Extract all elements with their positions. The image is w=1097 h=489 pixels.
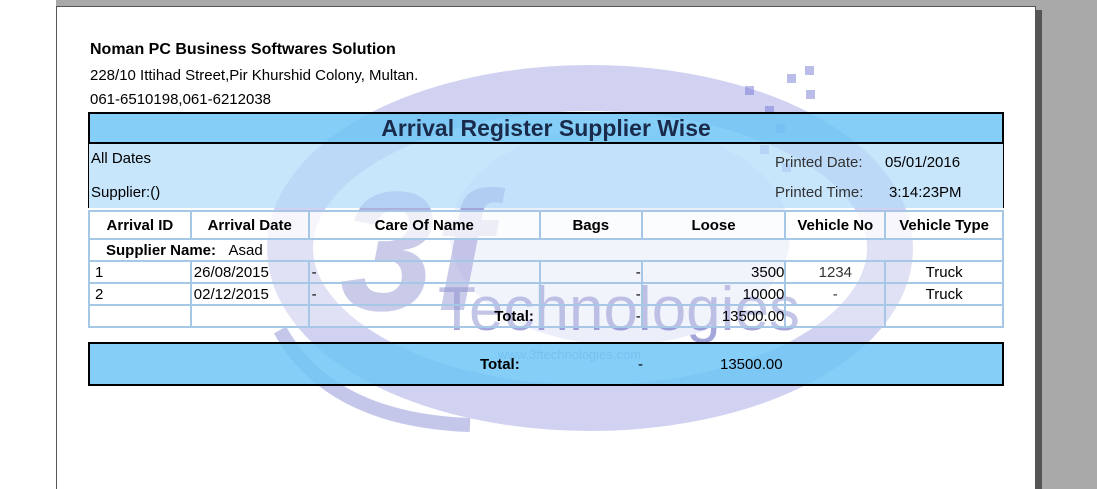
col-header-arrival-date: Arrival Date	[189, 210, 310, 240]
viewer-left-gutter	[0, 0, 56, 489]
group-label: Supplier Name:	[106, 241, 217, 259]
company-name: Noman PC Business Softwares Solution	[90, 41, 396, 58]
printed-date-label: Printed Date:	[775, 154, 863, 171]
printed-time-label: Printed Time:	[775, 184, 864, 201]
table-row: 2 02/12/2015 - - 10000 - Truck	[88, 282, 1004, 306]
cell-care-of-name: -	[307, 282, 541, 306]
arrival-table: Arrival ID Arrival Date Care Of Name Bag…	[88, 210, 1004, 328]
col-header-vehicle-type: Vehicle Type	[884, 210, 1004, 240]
col-header-vehicle-no: Vehicle No	[784, 210, 887, 240]
group-value: Asad	[228, 241, 263, 259]
cell-arrival-date: 02/12/2015	[189, 282, 310, 306]
cell-vehicle-no: 1234	[784, 260, 887, 284]
grand-total-row: Total: - 13500.00	[88, 342, 1004, 386]
col-header-loose: Loose	[640, 210, 787, 240]
company-address: 228/10 Ittihad Street,Pir Khurshid Colon…	[90, 67, 419, 84]
col-header-arrival-id: Arrival ID	[88, 210, 192, 240]
cell-arrival-id: 1	[88, 260, 192, 284]
cell-loose: 10000	[640, 282, 787, 306]
printed-time: 3:14:23PM	[889, 184, 962, 201]
col-header-care-of-name: Care Of Name	[307, 210, 541, 240]
grand-total-loose: 13500.00	[720, 356, 783, 373]
cell-arrival-date: 26/08/2015	[189, 260, 310, 284]
printed-date: 05/01/2016	[885, 154, 961, 171]
col-header-bags: Bags	[538, 210, 643, 240]
cell-vehicle-type: Truck	[884, 282, 1004, 306]
table-header-row: Arrival ID Arrival Date Care Of Name Bag…	[88, 210, 1004, 240]
page-shadow	[1036, 10, 1042, 489]
table-row: 1 26/08/2015 - - 3500 1234 Truck	[88, 260, 1004, 284]
subtotal-label: Total:	[307, 304, 541, 328]
date-filter: All Dates	[91, 150, 152, 167]
cell-vehicle-no: -	[784, 282, 887, 306]
company-phone: 061-6510198,061-6212038	[90, 91, 272, 108]
supplier-filter: Supplier:()	[91, 184, 161, 201]
subtotal-bags: -	[538, 304, 643, 328]
group-header-row: Supplier Name: Asad	[88, 238, 1004, 262]
report-header: Arrival Register Supplier Wise All Dates…	[88, 112, 1004, 208]
report-info-panel: All Dates Supplier:() Printed Date: 05/0…	[88, 144, 1004, 208]
grand-total-bags: -	[638, 356, 643, 373]
cell-care-of-name: -	[307, 260, 541, 284]
report-title: Arrival Register Supplier Wise	[88, 112, 1004, 144]
subtotal-loose: 13500.00	[640, 304, 787, 328]
cell-loose: 3500	[640, 260, 787, 284]
cell-arrival-id: 2	[88, 282, 192, 306]
grand-total-label: Total:	[480, 356, 520, 373]
group-subtotal-row: Total: - 13500.00	[88, 304, 1004, 328]
cell-bags: -	[538, 282, 643, 306]
cell-vehicle-type: Truck	[884, 260, 1004, 284]
cell-bags: -	[538, 260, 643, 284]
